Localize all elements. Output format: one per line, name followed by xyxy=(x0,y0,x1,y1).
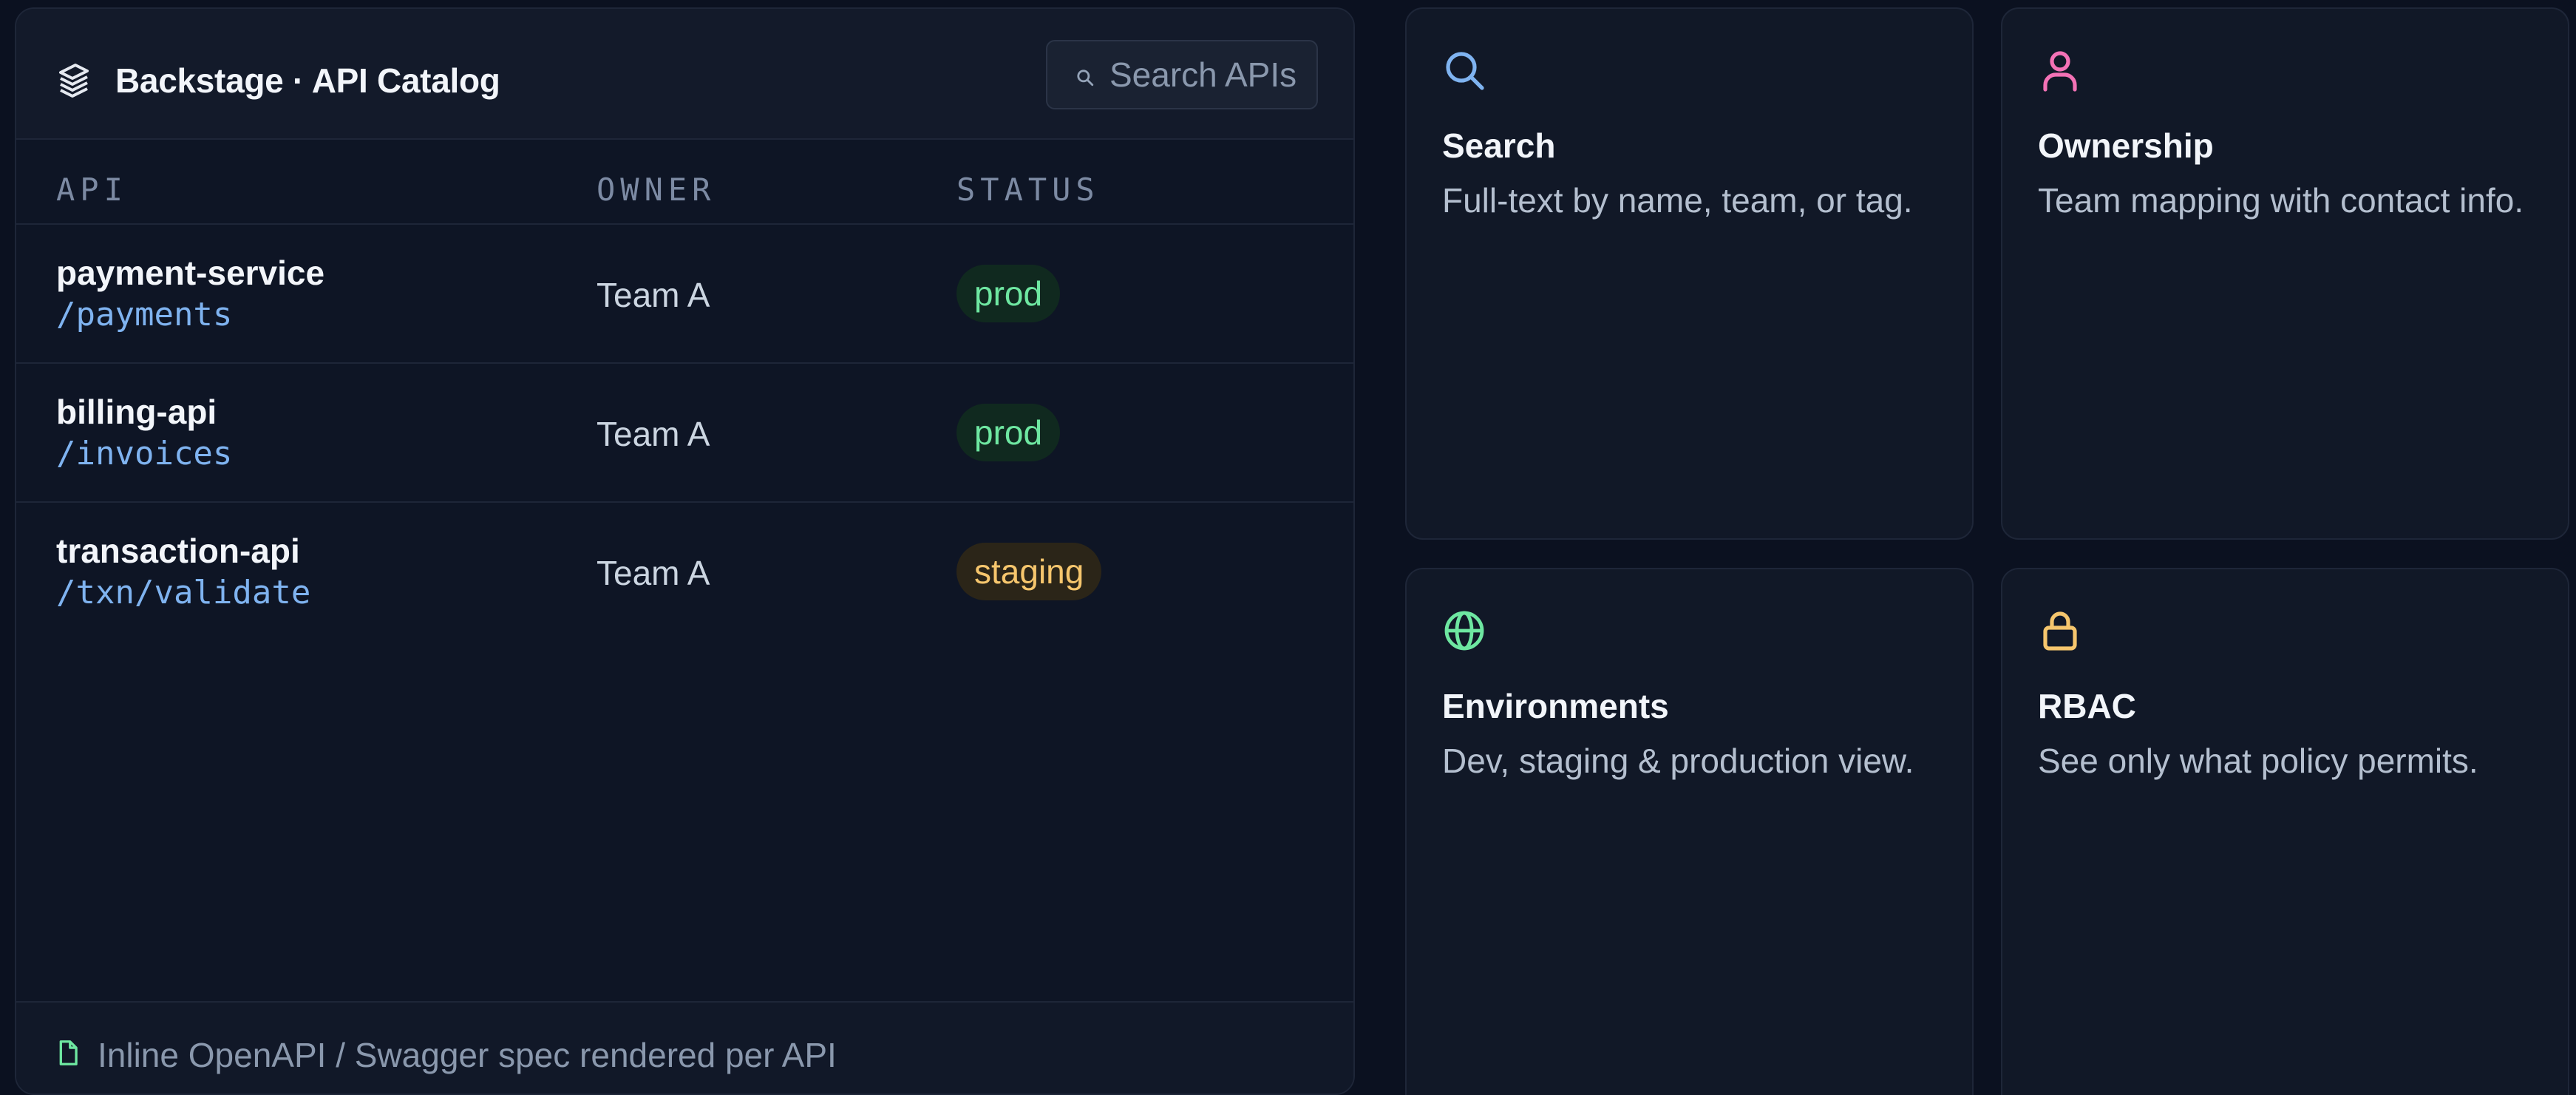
feature-card-environments: Environments Dev, staging & production v… xyxy=(1405,568,1974,1095)
file-icon xyxy=(59,1040,78,1065)
api-name[interactable]: payment-service xyxy=(56,253,324,293)
feature-description: Full-text by name, team, or tag. xyxy=(1442,181,1913,220)
catalog-title: Backstage · API Catalog xyxy=(115,61,500,100)
search-apis-field[interactable] xyxy=(1046,40,1318,109)
api-name[interactable]: transaction-api xyxy=(56,531,300,571)
globe-icon xyxy=(1444,611,1484,651)
search-icon xyxy=(1446,52,1484,90)
stack-icon xyxy=(59,64,89,98)
table-row[interactable]: billing-api /invoices Team A prod xyxy=(16,362,1353,501)
api-path[interactable]: /invoices xyxy=(56,435,232,472)
status-badge: prod xyxy=(956,265,1061,322)
catalog-header: Backstage · API Catalog xyxy=(16,9,1353,140)
feature-title: RBAC xyxy=(2038,687,2136,725)
feature-title: Environments xyxy=(1442,687,1669,725)
search-apis-input[interactable] xyxy=(1109,41,1309,108)
feature-description: Dev, staging & production view. xyxy=(1442,742,1914,780)
feature-description: Team mapping with contact info. xyxy=(2038,181,2524,220)
status-badge: prod xyxy=(956,404,1061,461)
table-row[interactable]: transaction-api /txn/validate Team A sta… xyxy=(16,501,1353,640)
feature-title: Search xyxy=(1442,126,1556,165)
table-row[interactable]: payment-service /payments Team A prod xyxy=(16,223,1353,362)
feature-card-search: Search Full-text by name, team, or tag. xyxy=(1405,7,1974,540)
api-owner: Team A xyxy=(597,415,710,453)
catalog-footer: Inline OpenAPI / Swagger spec rendered p… xyxy=(16,1001,1353,1094)
api-name[interactable]: billing-api xyxy=(56,392,217,432)
column-header-owner[interactable]: OWNER xyxy=(597,172,716,208)
api-owner: Team A xyxy=(597,554,710,592)
column-header-status[interactable]: STATUS xyxy=(956,172,1100,208)
api-owner: Team A xyxy=(597,276,710,314)
status-badge: staging xyxy=(956,543,1102,600)
feature-title: Ownership xyxy=(2038,126,2214,165)
feature-card-rbac: RBAC See only what policy permits. xyxy=(2001,568,2569,1095)
column-header-api[interactable]: API xyxy=(56,172,128,208)
user-icon xyxy=(2043,51,2077,92)
feature-description: See only what policy permits. xyxy=(2038,742,2478,780)
lock-icon xyxy=(2043,611,2077,651)
api-catalog-panel: Backstage · API Catalog API OWNER STATUS… xyxy=(15,7,1355,1095)
feature-card-ownership: Ownership Team mapping with contact info… xyxy=(2001,7,2569,540)
search-icon xyxy=(1077,70,1094,87)
api-path[interactable]: /txn/validate xyxy=(56,574,310,611)
api-path[interactable]: /payments xyxy=(56,296,232,333)
footer-note: Inline OpenAPI / Swagger spec rendered p… xyxy=(98,1036,837,1074)
